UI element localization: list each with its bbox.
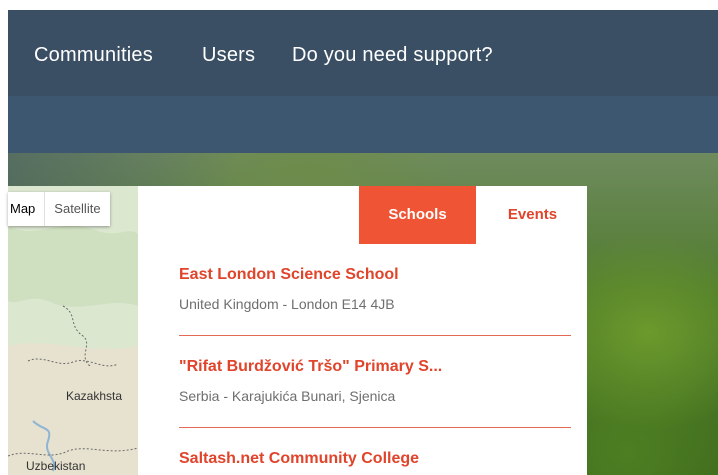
map-label-uzbekistan: Uzbekistan bbox=[26, 459, 86, 473]
school-address: Serbia - Karajukića Bunari, Sjenica bbox=[179, 388, 396, 404]
nav-communities[interactable]: Communities bbox=[34, 44, 153, 67]
sub-header-bar bbox=[8, 96, 718, 153]
map-mode-button[interactable]: Map bbox=[8, 192, 46, 226]
item-divider bbox=[179, 335, 571, 336]
tab-events[interactable]: Events bbox=[478, 186, 587, 244]
school-list-item: East London Science School United Kingdo… bbox=[179, 266, 571, 336]
nav-support[interactable]: Do you need support? bbox=[292, 44, 493, 67]
map-label-kazakhstan: Kazakhsta bbox=[66, 389, 123, 403]
school-address: United Kingdom - London E14 4JB bbox=[179, 296, 395, 312]
map-region-north bbox=[8, 226, 138, 307]
map-type-toggle: Map Satellite bbox=[8, 192, 110, 226]
listing-panel: Schools Events East London Science Schoo… bbox=[138, 186, 587, 475]
map-view[interactable] bbox=[8, 186, 138, 475]
map-region-south bbox=[8, 343, 138, 475]
school-list-item: "Rifat Burdžović Tršo" Primary S... Serb… bbox=[179, 358, 571, 428]
satellite-mode-button[interactable]: Satellite bbox=[45, 192, 109, 226]
top-navigation: Communities Users Do you need support? bbox=[8, 10, 718, 96]
item-divider bbox=[179, 427, 571, 428]
school-name-link[interactable]: Saltash.net Community College bbox=[179, 450, 571, 468]
school-list-item: Saltash.net Community College bbox=[179, 450, 571, 468]
school-name-link[interactable]: "Rifat Burdžović Tršo" Primary S... bbox=[179, 358, 571, 376]
nav-users[interactable]: Users bbox=[202, 44, 255, 67]
tab-schools[interactable]: Schools bbox=[359, 186, 476, 244]
school-name-link[interactable]: East London Science School bbox=[179, 266, 571, 284]
map-terrain bbox=[8, 186, 138, 475]
